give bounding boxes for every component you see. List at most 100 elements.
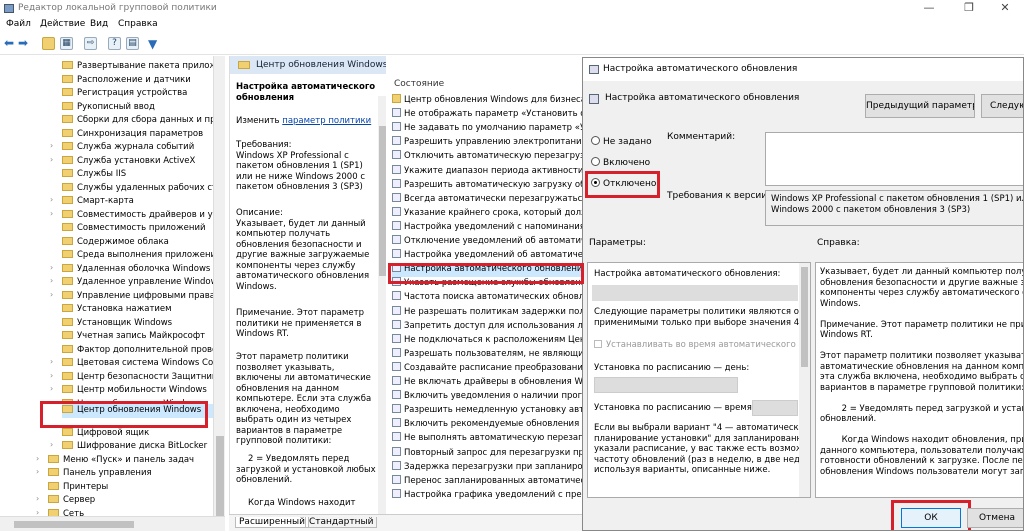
params-checkbox-row[interactable]: Устанавливать во время автоматического о… (594, 340, 810, 350)
list-item[interactable]: Всегда автоматически перезагружаться в (392, 192, 584, 207)
expand-chevron-icon[interactable]: › (50, 155, 58, 164)
tree-item[interactable]: Сборки для сбора данных и пред (62, 114, 213, 128)
params-day-select[interactable] (594, 377, 738, 393)
up-folder-icon[interactable] (42, 37, 55, 50)
next-setting-button[interactable]: Следую (981, 94, 1023, 118)
tree-item[interactable]: Содержимое облака (62, 236, 213, 250)
filter-icon[interactable]: ▼ (148, 37, 157, 51)
list-item[interactable]: Разрешить немедленную установку автом (392, 404, 584, 418)
params-checkbox[interactable] (594, 340, 602, 348)
tree-item[interactable]: Учетная запись Майкрософт (62, 330, 213, 344)
description-scroll-thumb[interactable] (379, 126, 386, 276)
prev-setting-button[interactable]: Предыдущий параметр (865, 94, 975, 118)
list-item[interactable]: Центр обновления Windows для бизнеса (392, 94, 584, 108)
tree-item[interactable]: Удаленное управление Windows (62, 276, 213, 290)
tab-standard[interactable]: Стандартный (305, 517, 378, 528)
list-item[interactable]: Не включать драйверы в обновления Win (392, 376, 584, 390)
list-item[interactable]: Запретить доступ для использования люб (392, 319, 584, 334)
back-arrow-icon[interactable]: ⬅ (4, 36, 14, 50)
list-item[interactable]: Разрешить автоматическую загрузку обн (392, 178, 584, 193)
tree-scrollbar[interactable] (213, 56, 225, 516)
expand-chevron-icon[interactable]: › (50, 209, 58, 218)
params-input-disabled[interactable] (592, 285, 798, 301)
tree-item[interactable]: Управление цифровыми правам (62, 290, 213, 304)
list-item[interactable]: Включить рекомендуемые обновления чер (392, 418, 584, 432)
expand-chevron-icon[interactable]: › (36, 467, 44, 476)
expand-chevron-icon[interactable]: › (50, 263, 58, 272)
forward-arrow-icon[interactable]: ➡ (18, 36, 28, 50)
tree-item[interactable]: Развертывание пакета приложен (62, 60, 213, 74)
tree-item[interactable]: Цифровой ящик (62, 427, 213, 441)
menu-action[interactable]: Действие (40, 19, 85, 29)
comment-textarea[interactable] (765, 132, 1023, 186)
tree-item[interactable]: Меню «Пуск» и панель задач (48, 454, 213, 468)
tree-item[interactable]: Синхронизация параметров (62, 128, 213, 142)
list-item[interactable]: Настройка уведомлений с напоминаниям (392, 220, 584, 235)
tree-item[interactable]: Установка нажатием (62, 303, 213, 317)
list-item[interactable]: Не разрешать политикам задержки получ (392, 305, 584, 320)
expand-chevron-icon[interactable]: › (50, 357, 58, 366)
tree-hscroll-thumb[interactable] (14, 521, 134, 528)
list-item[interactable]: Настройка графика уведомлений с предуп (392, 488, 584, 503)
expand-chevron-icon[interactable]: › (50, 440, 58, 449)
tree-item[interactable]: Удаленная оболочка Windows (62, 263, 213, 277)
list-item[interactable]: Включить уведомления о наличии програ (392, 390, 584, 404)
params-time-select[interactable] (752, 400, 798, 416)
tree-hscrollbar[interactable] (0, 516, 225, 531)
radio-not-set[interactable]: Не задано (591, 136, 652, 147)
list-item[interactable]: Повторный запрос для перезагрузки при (392, 446, 584, 461)
expand-chevron-icon[interactable]: › (50, 195, 58, 204)
tree-item[interactable]: Фактор дополнительной провер (62, 344, 213, 358)
tree-item[interactable]: Службы IIS (62, 168, 213, 182)
tree-item[interactable]: Совместимость приложений (62, 222, 213, 236)
list-item[interactable]: Не подключаться к расположениям Центр (392, 333, 584, 348)
minimize-button[interactable]: — (910, 0, 948, 17)
tree-item[interactable]: Установщик Windows (62, 317, 213, 331)
tree-item[interactable]: Рукописный ввод (62, 101, 213, 115)
cancel-button[interactable]: Отмена (967, 508, 1023, 528)
params-scrollbar[interactable] (799, 263, 810, 497)
tree-item[interactable]: Совместимость драйверов и устр (62, 209, 213, 223)
tree-item[interactable]: Центр безопасности Защитника (62, 371, 213, 385)
list-item[interactable]: Частота поиска автоматических обновлен (392, 291, 584, 305)
list-header-state[interactable]: Состояние (394, 79, 444, 89)
list-item[interactable]: Не отображать параметр «Установить обн (392, 108, 584, 122)
tree-item[interactable]: Сервер (48, 494, 213, 508)
show-hide-tree-icon[interactable]: ▦ (60, 37, 73, 50)
tree-scroll-thumb[interactable] (216, 436, 224, 516)
properties-icon[interactable]: ▤ (126, 37, 139, 50)
maximize-button[interactable]: ❐ (950, 0, 988, 17)
tree-item[interactable]: Среда выполнения приложения (62, 249, 213, 263)
expand-chevron-icon[interactable]: › (50, 276, 58, 285)
expand-chevron-icon[interactable]: › (36, 454, 44, 463)
menu-view[interactable]: Вид (90, 19, 108, 29)
edit-policy-link[interactable]: параметр политики (282, 116, 371, 126)
tree-item[interactable]: Цветовая система Windows Color (62, 357, 213, 371)
tree-item[interactable]: Регистрация устройства (62, 87, 213, 101)
params-scroll-thumb[interactable] (801, 267, 808, 367)
list-item[interactable]: Указание крайнего срока, который долже (392, 206, 584, 221)
list-item[interactable]: Перенос запланированных автоматически (392, 474, 584, 489)
help-icon[interactable]: ? (108, 37, 121, 50)
expand-chevron-icon[interactable]: › (50, 371, 58, 380)
list-item[interactable]: Укажите диапазон периода активности д (392, 164, 584, 179)
list-item[interactable]: Не задавать по умолчанию параметр «Уст (392, 122, 584, 136)
tree-item[interactable]: Служба установки ActiveX (62, 155, 213, 169)
expand-chevron-icon[interactable]: › (50, 141, 58, 150)
tree-item[interactable]: Шифрование диска BitLocker (62, 440, 213, 454)
list-item[interactable]: Не выполнять автоматическую перезагру (392, 432, 584, 446)
radio-enabled[interactable]: Включено (591, 157, 650, 168)
tree-item[interactable]: Смарт-карта (62, 195, 213, 209)
expand-chevron-icon[interactable]: › (36, 494, 44, 503)
list-item[interactable]: Разрешить управлению электропитанием (392, 136, 584, 150)
list-item[interactable]: Разрешать пользователям, не являющимс (392, 347, 584, 362)
close-button[interactable]: ✕ (986, 0, 1024, 17)
tree-item[interactable]: Принтеры (48, 481, 213, 495)
list-item[interactable]: Отключение уведомлений об автоматичес (392, 235, 584, 249)
menu-file[interactable]: Файл (6, 19, 31, 29)
radio-enabled-circle[interactable] (591, 157, 600, 166)
list-item[interactable]: Создавайте расписание преобразований (392, 361, 584, 376)
menu-help[interactable]: Справка (118, 19, 158, 29)
description-scrollbar[interactable] (378, 96, 386, 515)
tree-item[interactable]: Службы удаленных рабочих стол (62, 182, 213, 196)
